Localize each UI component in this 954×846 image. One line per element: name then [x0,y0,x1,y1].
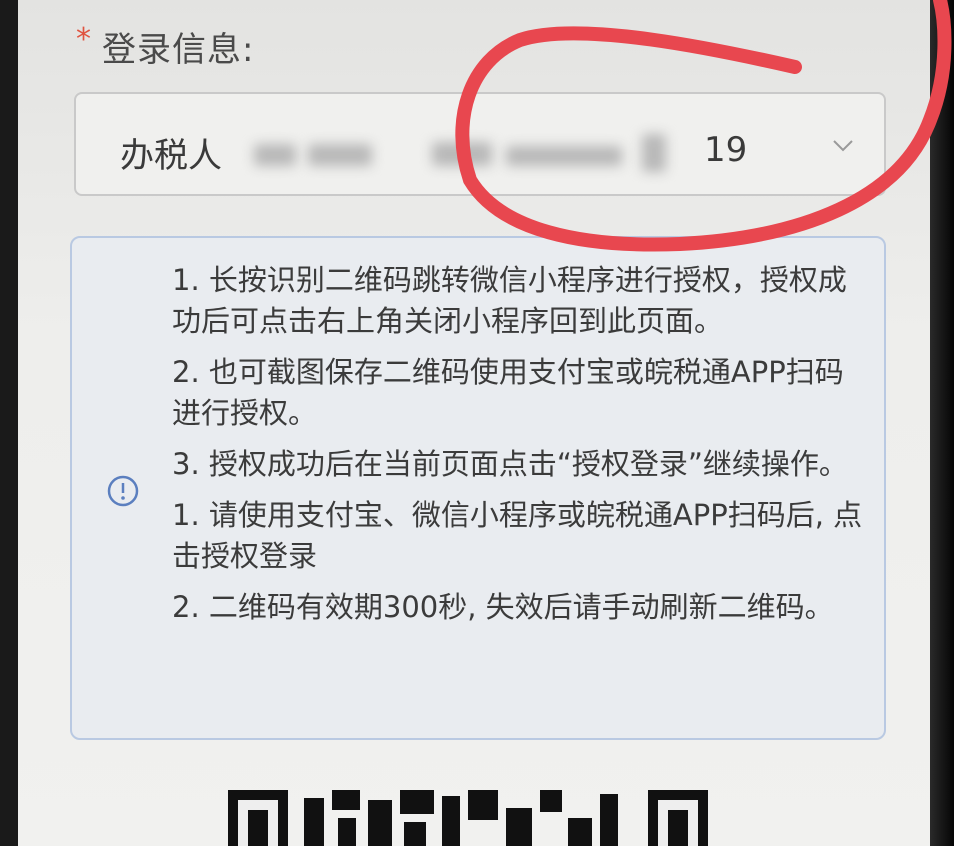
qr-code[interactable] [228,790,708,846]
select-suffix-text: 19 [704,130,748,170]
redacted-block [308,144,372,166]
info-paragraph: 3. 授权成功后在当前页面点击“授权登录”继续操作。 [172,447,848,481]
taxpayer-select[interactable]: 办税人 19 [74,92,886,196]
redacted-block [254,144,296,166]
redacted-block [506,146,622,166]
phone-bezel [930,0,954,846]
info-circle-icon [107,475,139,507]
info-paragraph: 1. 长按识别二维码跳转微信小程序进行授权，授权成功后可点击右上角关闭小程序回到… [172,263,847,338]
chevron-down-icon[interactable] [832,134,854,156]
redacted-block [432,142,492,166]
phone-screen: * 登录信息: 办税人 19 1. 长按识别二维码跳转微信小程序进行授权，授权成功… [18,0,930,846]
select-prefix-text: 办税人 [120,136,222,176]
required-mark: * [76,22,92,57]
info-paragraph: 2. 二维码有效期300秒, 失效后请手动刷新二维码。 [172,590,834,624]
info-notice-box: 1. 长按识别二维码跳转微信小程序进行授权，授权成功后可点击右上角关闭小程序回到… [70,236,886,740]
login-info-label: * 登录信息: [76,22,254,71]
login-info-label-text: 登录信息: [102,30,255,70]
info-text: 1. 长按识别二维码跳转微信小程序进行授权，授权成功后可点击右上角关闭小程序回到… [172,260,872,638]
info-paragraph: 1. 请使用支付宝、微信小程序或皖税通APP扫码后, 点击授权登录 [172,498,863,573]
info-paragraph: 2. 也可截图保存二维码使用支付宝或皖税通APP扫码进行授权。 [172,355,844,430]
redacted-block [642,134,666,172]
